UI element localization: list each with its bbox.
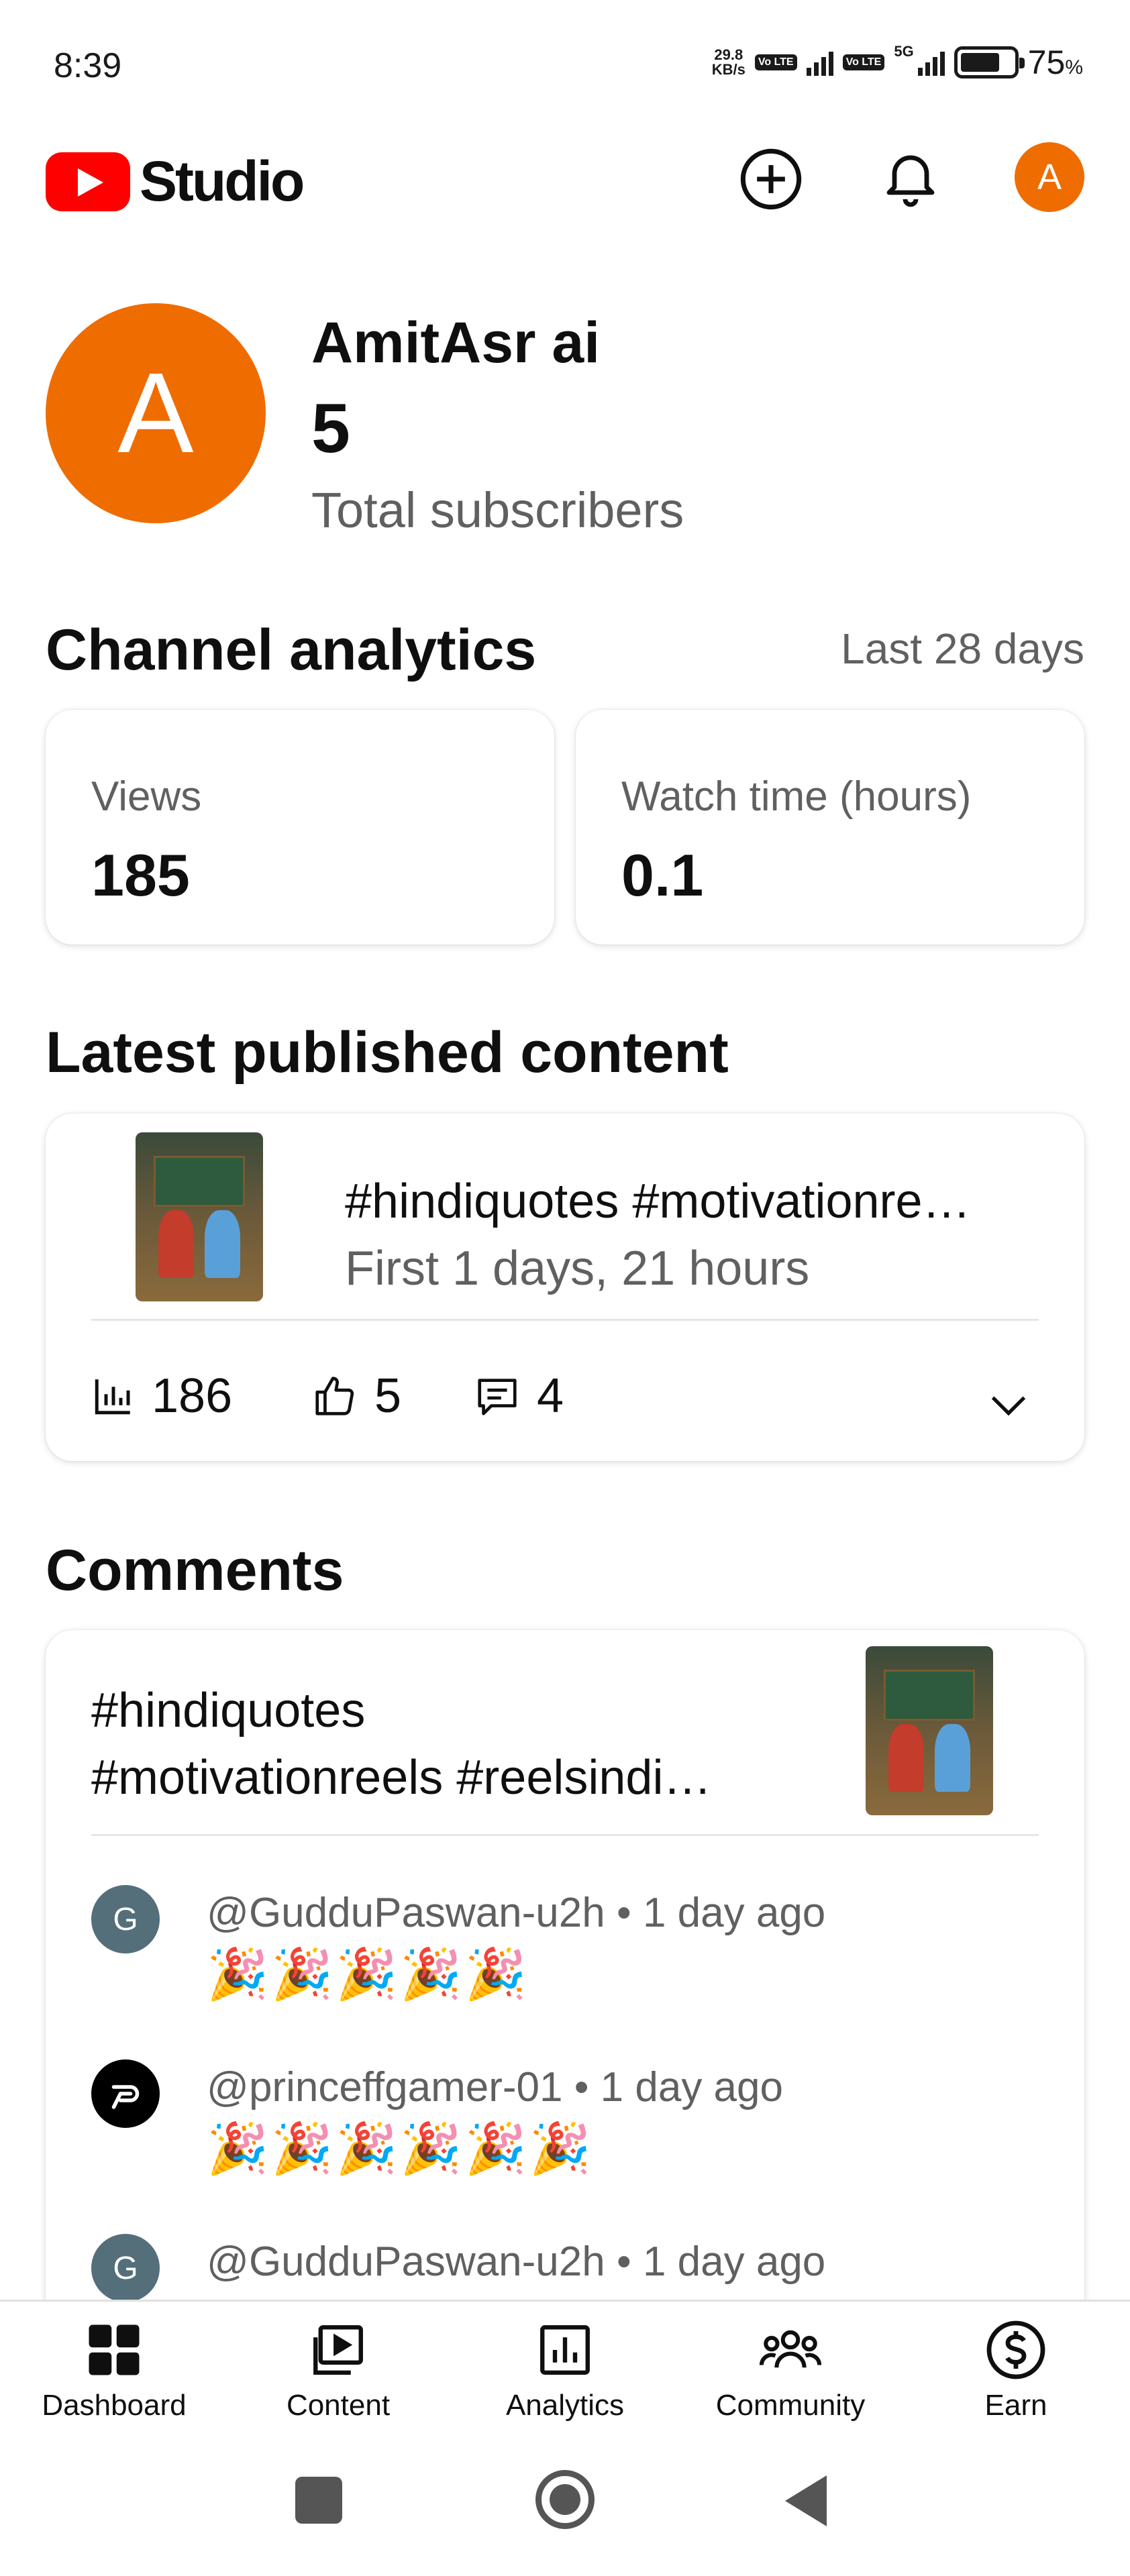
- metric-label: Watch time (hours): [621, 773, 972, 820]
- create-plus-icon: [740, 148, 802, 210]
- network-speed: 29.8 KB/s: [711, 46, 746, 78]
- divider: [91, 1319, 1039, 1321]
- subscriber-count: 5: [311, 390, 350, 468]
- comment-video-title[interactable]: #hindiquotes #motivationreels #reelsindi…: [91, 1677, 803, 1811]
- video-thumbnail[interactable]: [136, 1132, 263, 1301]
- metric-label: Views: [91, 773, 202, 820]
- status-time: 8:39: [54, 46, 122, 85]
- analytics-period: Last 28 days: [841, 625, 1084, 673]
- nav-earn[interactable]: Earn: [915, 2316, 1117, 2422]
- bottom-nav: Dashboard Content Analytics Community Ea…: [0, 2300, 1130, 2442]
- community-icon: [757, 2316, 824, 2383]
- back-button[interactable]: [785, 2475, 827, 2526]
- channel-avatar: A: [46, 303, 266, 523]
- views-stat: 186: [91, 1368, 232, 1424]
- video-title[interactable]: #hindiquotes #motivationre…: [345, 1174, 971, 1229]
- battery-icon: [954, 46, 1025, 78]
- recent-apps-button[interactable]: [295, 2477, 342, 2524]
- comment-meta: @GudduPaswan-u2h • 1 day ago: [207, 1890, 826, 1936]
- status-bar: 8:39 29.8 KB/s Vo LTE Vo LTE 5G 75%: [0, 0, 1130, 134]
- video-age: First 1 days, 21 hours: [345, 1242, 810, 1295]
- channel-name: AmitAsr ai: [311, 311, 601, 375]
- youtube-logo-icon: [46, 152, 130, 211]
- commenter-avatar[interactable]: G: [91, 1885, 160, 1953]
- comment-video-thumbnail[interactable]: [866, 1646, 993, 1815]
- signal-icon: [917, 49, 945, 76]
- nav-content[interactable]: Content: [238, 2316, 439, 2422]
- channel-logo-icon: [111, 2085, 140, 2109]
- battery-percent: 75%: [1027, 44, 1083, 81]
- latest-content-card[interactable]: #hindiquotes #motivationre… First 1 days…: [46, 1114, 1084, 1461]
- system-nav-bar: [0, 2442, 1130, 2576]
- account-avatar[interactable]: A: [1015, 142, 1084, 212]
- app-name: Studio: [140, 150, 305, 213]
- thumbs-up-icon: [315, 1377, 354, 1415]
- bar-chart-icon: [95, 1379, 130, 1415]
- commenter-avatar[interactable]: [91, 2059, 160, 2128]
- metric-value: 0.1: [621, 842, 704, 908]
- network-type: 5G: [894, 43, 914, 60]
- comments-card[interactable]: #hindiquotes #motivationreels #reelsindi…: [46, 1630, 1084, 2328]
- comment-meta: @princeffgamer-01 • 1 day ago: [207, 2064, 783, 2110]
- likes-stat: 5: [311, 1368, 401, 1424]
- signal-icon: [806, 49, 833, 76]
- comment-item[interactable]: G @GudduPaswan-u2h • 1 day ago 🎉🎉🎉🎉🎉: [91, 1885, 1031, 2019]
- comment-item[interactable]: @princeffgamer-01 • 1 day ago 🎉🎉🎉🎉🎉🎉: [91, 2059, 1031, 2194]
- comment-meta: @GudduPaswan-u2h • 1 day ago: [207, 2239, 826, 2285]
- latest-content-title: Latest published content: [46, 1020, 729, 1085]
- metric-value: 185: [91, 842, 190, 908]
- studio-logo[interactable]: Studio: [46, 149, 305, 214]
- comments-stat: 4: [474, 1368, 564, 1424]
- nav-dashboard[interactable]: Dashboard: [13, 2316, 215, 2422]
- create-button[interactable]: [734, 142, 808, 216]
- status-icons: 29.8 KB/s Vo LTE Vo LTE 5G 75%: [712, 43, 1083, 82]
- subscriber-label: Total subscribers: [311, 482, 684, 538]
- dashboard-icon: [81, 2316, 148, 2383]
- watch-time-card[interactable]: Watch time (hours) 0.1: [576, 710, 1084, 945]
- comment-icon: [478, 1379, 517, 1415]
- earn-icon: [982, 2316, 1049, 2383]
- analytics-title: Channel analytics: [46, 618, 537, 682]
- comments-title: Comments: [46, 1538, 344, 1603]
- home-button[interactable]: [535, 2470, 595, 2529]
- nav-community[interactable]: Community: [690, 2316, 891, 2422]
- comment-text: 🎉🎉🎉🎉🎉: [207, 1946, 529, 2002]
- content-icon: [305, 2316, 372, 2383]
- analytics-icon: [531, 2316, 599, 2383]
- nav-analytics[interactable]: Analytics: [464, 2316, 666, 2422]
- notifications-bell-icon: [886, 155, 935, 207]
- notifications-button[interactable]: [874, 142, 947, 216]
- comment-text: 🎉🎉🎉🎉🎉🎉: [207, 2121, 594, 2176]
- divider: [91, 1834, 1039, 1836]
- volte-icon: Vo LTE: [754, 54, 797, 70]
- volte-icon: Vo LTE: [842, 54, 885, 70]
- views-card[interactable]: Views 185: [46, 710, 554, 945]
- chevron-down-icon: [991, 1396, 1026, 1416]
- commenter-avatar[interactable]: G: [91, 2234, 160, 2302]
- expand-button[interactable]: [978, 1375, 1039, 1436]
